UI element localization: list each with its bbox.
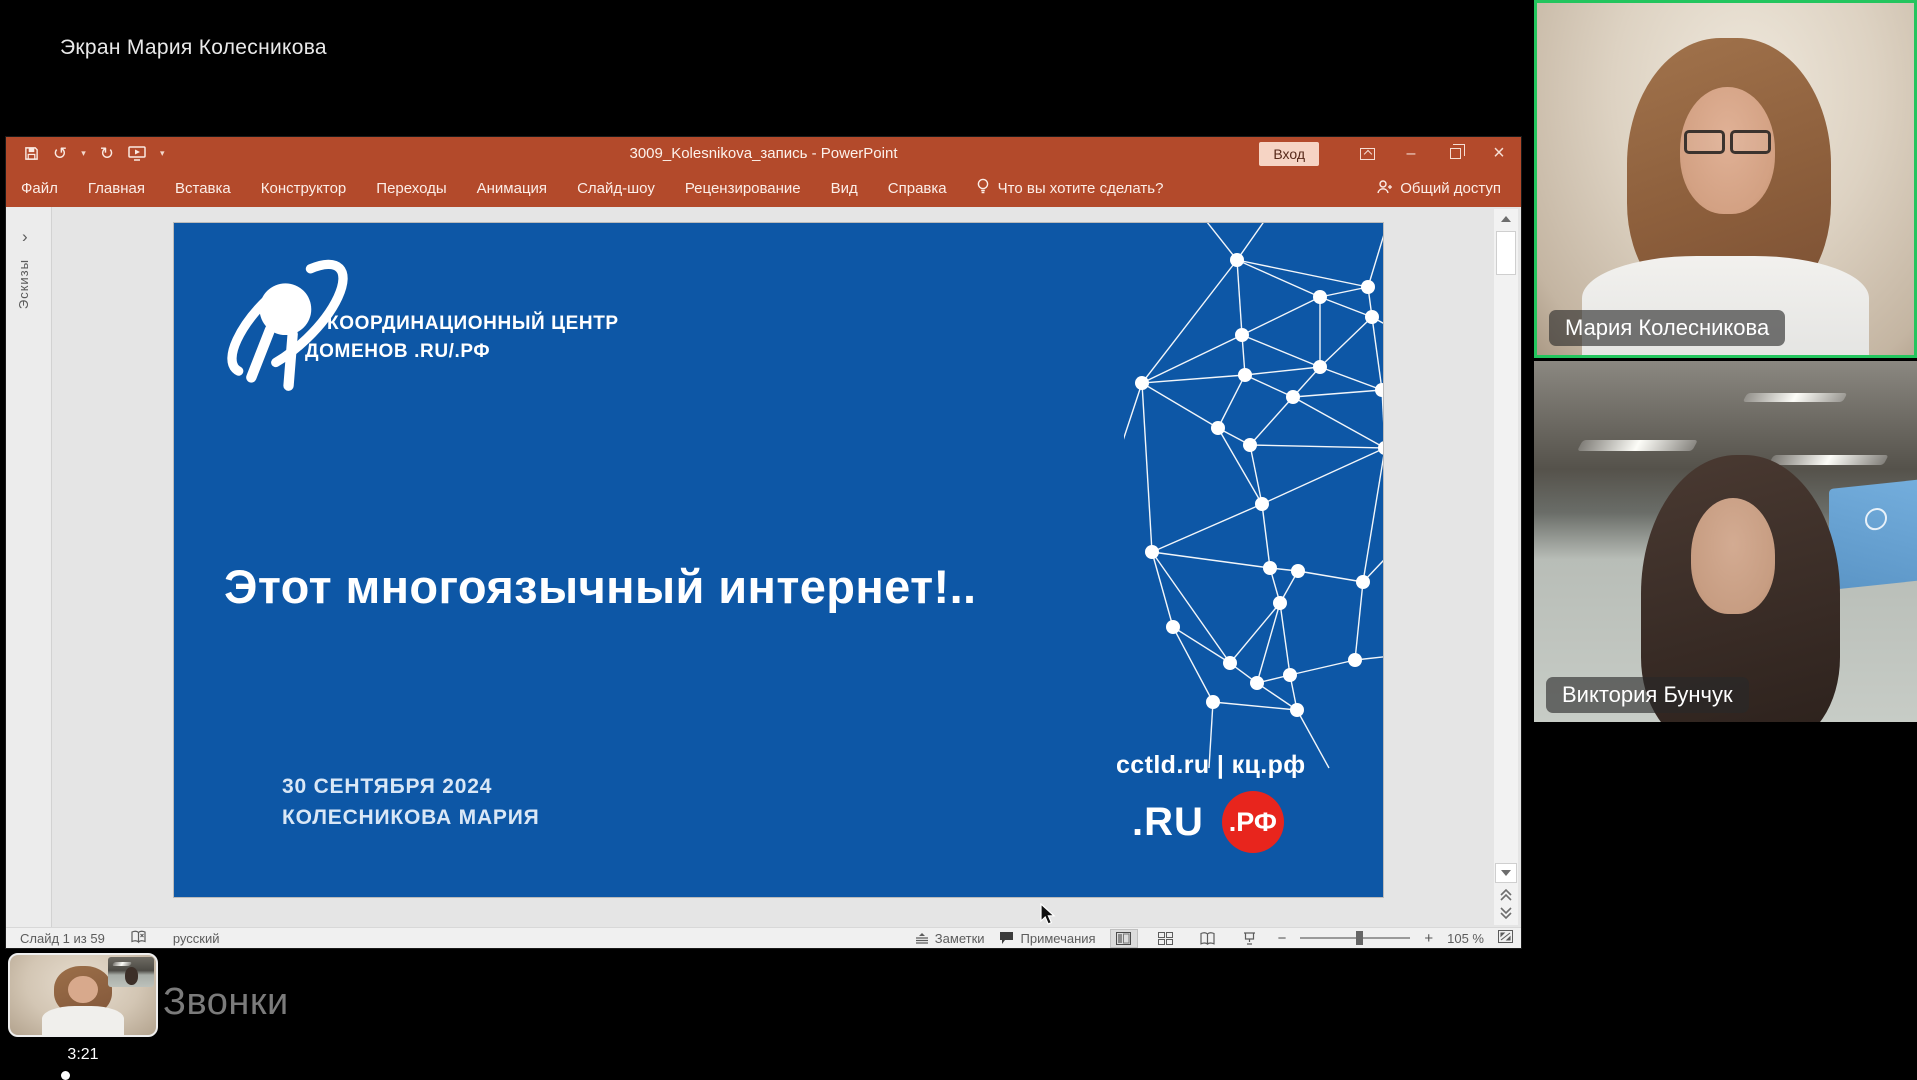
undo-dropdown-icon[interactable]: ▾ — [81, 148, 86, 159]
ribbon-tab-bar: Файл Главная Вставка Конструктор Переход… — [6, 170, 1521, 207]
ceiling-light — [1577, 440, 1698, 451]
save-icon[interactable] — [24, 146, 39, 161]
zoom-slider-thumb[interactable] — [1356, 931, 1363, 945]
titlebar: ↺ ▾ ↻ ▾ 3009_Kolesnikova_запись - PowerP… — [6, 137, 1521, 170]
scrollbar-thumb[interactable] — [1496, 231, 1516, 275]
glasses — [1684, 130, 1771, 155]
ribbon-display-options-button[interactable] — [1345, 137, 1389, 170]
share-button[interactable]: Общий доступ — [1376, 179, 1521, 199]
language-indicator[interactable]: русский — [173, 931, 220, 946]
powerpoint-window: ↺ ▾ ↻ ▾ 3009_Kolesnikova_запись - PowerP… — [6, 137, 1521, 948]
slide-canvas[interactable]: КООРДИНАЦИОННЫЙ ЦЕНТР ДОМЕНОВ .RU/.РФ Эт… — [174, 223, 1383, 897]
reading-view-button[interactable] — [1194, 929, 1222, 948]
slide-author: КОЛЕСНИКОВА МАРИЯ — [282, 802, 540, 833]
call-duration: 3:21 — [0, 1046, 166, 1064]
ceiling-light — [1769, 455, 1889, 465]
tab-animations[interactable]: Анимация — [462, 170, 562, 207]
thumbnail-inset-video — [108, 957, 154, 987]
participant-name-label: Мария Колесникова — [1549, 310, 1785, 346]
sign-in-button[interactable]: Вход — [1259, 142, 1319, 166]
tld-rf-badge: .РФ — [1222, 791, 1284, 853]
qat-customize-icon[interactable]: ▾ — [160, 148, 165, 159]
tab-view[interactable]: Вид — [816, 170, 873, 207]
slide-sorter-view-button[interactable] — [1152, 929, 1180, 948]
restore-button[interactable] — [1433, 137, 1477, 170]
person-icon — [1376, 179, 1392, 199]
lightbulb-icon — [976, 178, 990, 199]
spellcheck-icon[interactable] — [131, 930, 147, 947]
thumbnails-pane-collapsed[interactable]: › Эскизы — [6, 207, 52, 927]
tld-logos: .RU .РФ — [1132, 791, 1284, 853]
tld-ru-logo: .RU — [1132, 800, 1204, 845]
network-mesh-graphic — [1124, 223, 1383, 823]
previous-slide-icon[interactable] — [1500, 889, 1512, 901]
tab-home[interactable]: Главная — [73, 170, 160, 207]
notes-label: Заметки — [935, 931, 985, 946]
tell-me-search[interactable]: Что вы хотите сделать? — [962, 178, 1178, 199]
share-label: Общий доступ — [1400, 180, 1501, 197]
document-area: › Эскизы КООРДИНАЦИОННЫЙ ЦЕНТР ДОМЕНОВ .… — [6, 207, 1521, 927]
zoom-level[interactable]: 105 % — [1447, 931, 1484, 946]
start-slideshow-icon[interactable] — [128, 146, 146, 161]
expand-pane-chevron-icon[interactable]: › — [22, 227, 28, 247]
participant-video-maria[interactable]: Мария Колесникова — [1534, 0, 1917, 358]
status-bar: Слайд 1 из 59 русский Заметки Примечания — [6, 927, 1521, 948]
redo-icon[interactable]: ↻ — [100, 145, 114, 162]
slide-date-author: 30 СЕНТЯБРЯ 2024 КОЛЕСНИКОВА МАРИЯ — [282, 771, 540, 833]
slide-counter[interactable]: Слайд 1 из 59 — [20, 931, 105, 946]
zoom-out-button[interactable]: − — [1278, 930, 1287, 947]
comments-toggle[interactable]: Примечания — [999, 931, 1096, 946]
minimize-button[interactable]: – — [1389, 137, 1433, 170]
slide-websites: cctld.ru | кц.рф — [1116, 751, 1306, 780]
slide-title: Этот многоязычный интернет!.. — [224, 559, 977, 614]
thumbnail-face — [68, 976, 97, 1003]
ceiling-light — [1742, 393, 1846, 402]
participant-name-label: Виктория Бунчук — [1546, 677, 1749, 713]
participant-face — [1691, 498, 1775, 614]
vertical-scrollbar[interactable] — [1494, 209, 1518, 925]
zoom-slider[interactable] — [1300, 937, 1410, 939]
participant-video-viktoria[interactable]: Виктория Бунчук — [1534, 361, 1917, 722]
tab-review[interactable]: Рецензирование — [670, 170, 816, 207]
notes-toggle[interactable]: Заметки — [915, 931, 985, 946]
tab-slideshow[interactable]: Слайд-шоу — [562, 170, 670, 207]
tell-me-label: Что вы хотите сделать? — [998, 180, 1164, 197]
tab-help[interactable]: Справка — [873, 170, 962, 207]
logo-text-line1: КООРДИНАЦИОННЫЙ ЦЕНТР — [327, 313, 619, 335]
next-slide-icon[interactable] — [1500, 907, 1512, 919]
slide-date: 30 СЕНТЯБРЯ 2024 — [282, 771, 540, 802]
calls-app-title: Звонки — [163, 981, 289, 1024]
tab-design[interactable]: Конструктор — [246, 170, 362, 207]
blue-banner — [1829, 479, 1917, 590]
scroll-down-icon[interactable] — [1495, 863, 1517, 883]
logo-text-line2: ДОМЕНОВ .RU/.РФ — [305, 341, 490, 363]
tab-insert[interactable]: Вставка — [160, 170, 246, 207]
comments-label: Примечания — [1021, 931, 1096, 946]
screen-share-title: Экран Мария Колесникова — [60, 36, 327, 60]
quick-access-toolbar: ↺ ▾ ↻ ▾ — [6, 145, 165, 162]
thumbnails-pane-label: Эскизы — [16, 259, 31, 309]
tab-file[interactable]: Файл — [6, 170, 73, 207]
zoom-in-button[interactable]: + — [1424, 930, 1433, 947]
fit-to-window-icon[interactable] — [1498, 930, 1513, 946]
tab-transitions[interactable]: Переходы — [361, 170, 461, 207]
normal-view-button[interactable] — [1110, 929, 1138, 948]
undo-icon[interactable]: ↺ — [53, 145, 67, 162]
close-button[interactable]: × — [1477, 137, 1521, 170]
thumbnail-torso — [42, 1006, 124, 1037]
scroll-up-icon[interactable] — [1494, 209, 1518, 229]
call-preview-thumbnail[interactable] — [8, 953, 158, 1037]
slideshow-view-button[interactable] — [1236, 929, 1264, 948]
